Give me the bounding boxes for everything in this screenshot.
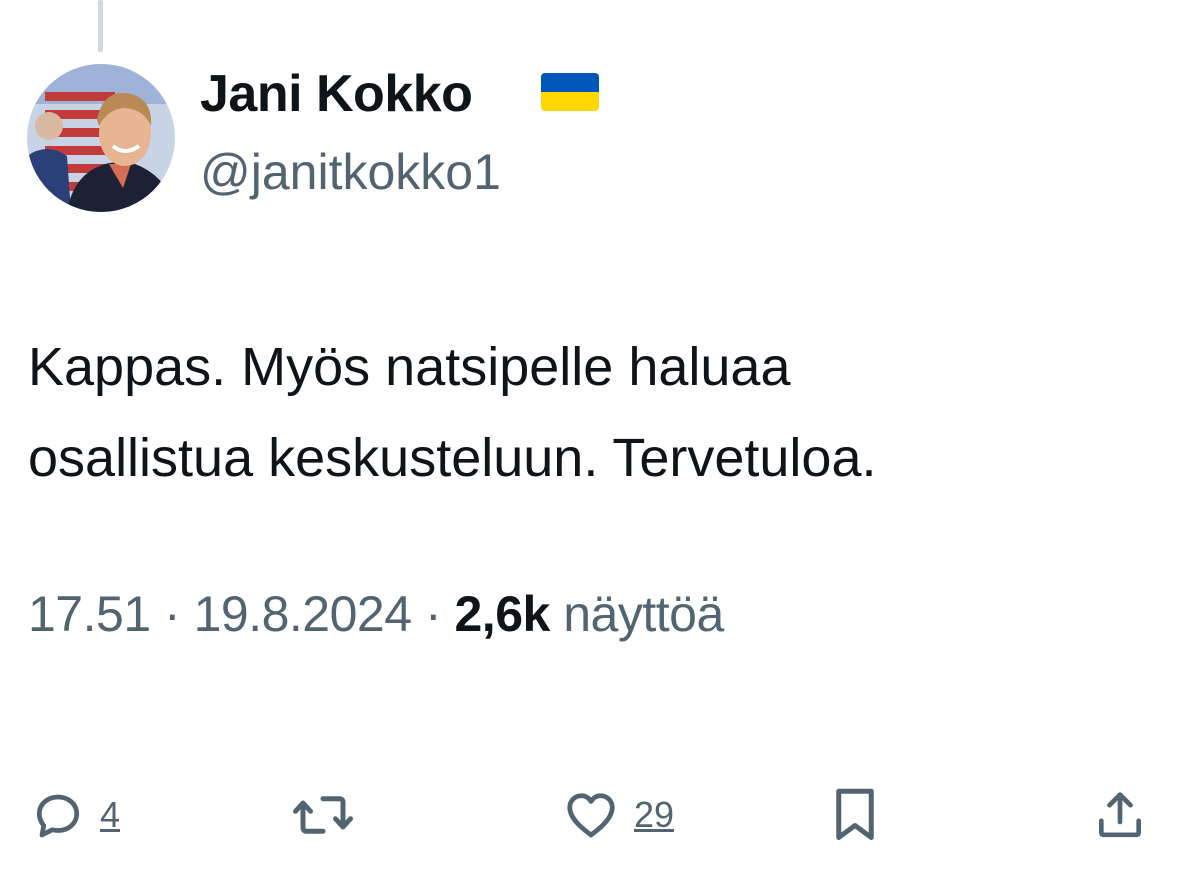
tweet-text: Kappas. Myös natsipelle haluaa osallistu… bbox=[28, 322, 1148, 504]
tweet-text-line: Kappas. Myös natsipelle haluaa bbox=[28, 337, 791, 397]
tweet-time[interactable]: 17.51 bbox=[28, 586, 151, 642]
like-count[interactable]: 29 bbox=[634, 793, 674, 837]
views-count: 2,6k bbox=[454, 586, 551, 642]
retweet-button[interactable] bbox=[290, 780, 356, 850]
reply-button[interactable]: 4 bbox=[28, 780, 120, 850]
like-button[interactable]: 29 bbox=[560, 780, 674, 850]
tweet-text-line: osallistua keskusteluun. Tervetuloa. bbox=[28, 428, 877, 488]
tweet-meta: 17.51 · 19.8.2024 · 2,6k näyttöä bbox=[28, 582, 724, 646]
reply-icon bbox=[36, 794, 80, 838]
tweet-date[interactable]: 19.8.2024 bbox=[194, 586, 412, 642]
ukraine-flag-icon bbox=[540, 72, 600, 112]
author-display-name[interactable]: Jani Kokko bbox=[200, 62, 473, 126]
meta-separator: · bbox=[164, 586, 181, 642]
share-icon bbox=[1099, 792, 1141, 838]
avatar-photo bbox=[27, 64, 175, 212]
retweet-icon bbox=[293, 796, 353, 834]
meta-separator: · bbox=[424, 586, 442, 642]
avatar[interactable] bbox=[27, 64, 175, 212]
thread-connector-line bbox=[98, 0, 103, 52]
author-handle[interactable]: @janitkokko1 bbox=[200, 140, 501, 204]
bookmark-icon bbox=[836, 788, 874, 840]
tweet-action-bar: 4 29 bbox=[0, 780, 1179, 850]
share-button[interactable] bbox=[1092, 780, 1148, 850]
reply-count[interactable]: 4 bbox=[100, 793, 120, 837]
views-label: näyttöä bbox=[563, 586, 724, 642]
bookmark-button[interactable] bbox=[830, 780, 880, 850]
heart-icon bbox=[567, 793, 615, 838]
